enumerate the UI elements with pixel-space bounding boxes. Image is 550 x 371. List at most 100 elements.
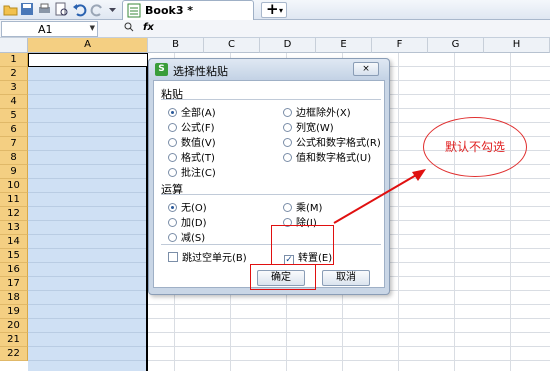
row-header[interactable]: 2	[0, 67, 28, 81]
undo-icon[interactable]	[72, 2, 87, 17]
dialog-body: 粘贴 全部(A) 公式(F) 数值(V) 格式(T) 批注(C) 边框除外(X)…	[153, 80, 385, 288]
option-label: 值和数字格式(U)	[296, 153, 372, 164]
chevron-down-icon[interactable]: ▼	[90, 24, 95, 32]
radio-paste-all[interactable]: 全部(A)	[168, 104, 216, 119]
option-label: 公式(F)	[181, 123, 215, 134]
radio-paste-formulas[interactable]: 公式(F)	[168, 119, 215, 134]
radio-paste-values[interactable]: 数值(V)	[168, 134, 216, 149]
radio-icon	[283, 108, 292, 117]
paste-special-dialog: S 选择性粘贴 × 粘贴 全部(A) 公式(F) 数值(V) 格式(T) 批注(…	[148, 58, 390, 295]
row-header[interactable]: 17	[0, 277, 28, 291]
column-header-g[interactable]: G	[428, 38, 484, 53]
option-label: 无(O)	[181, 203, 207, 214]
chevron-down-icon: ▾	[279, 6, 284, 15]
radio-icon	[168, 153, 177, 162]
column-header-c[interactable]: C	[204, 38, 260, 53]
dialog-title: 选择性粘贴	[173, 65, 228, 78]
radio-operation-none[interactable]: 无(O)	[168, 199, 207, 214]
radio-operation-add[interactable]: 加(D)	[168, 214, 207, 229]
row-header[interactable]: 13	[0, 221, 28, 235]
tab-book3[interactable]: Book3 *	[122, 0, 254, 20]
new-tab-button[interactable]: + ▾	[261, 0, 287, 18]
name-box[interactable]: A1 ▼	[1, 21, 98, 37]
app-logo-icon: S	[155, 63, 168, 76]
radio-icon	[283, 123, 292, 132]
option-label: 批注(C)	[181, 168, 216, 179]
row-header[interactable]: 9	[0, 165, 28, 179]
option-label: 乘(M)	[296, 203, 323, 214]
row-header[interactable]: 21	[0, 333, 28, 347]
radio-column-widths[interactable]: 列宽(W)	[283, 119, 334, 134]
row-header[interactable]: 6	[0, 123, 28, 137]
radio-operation-subtract[interactable]: 减(S)	[168, 229, 205, 244]
radio-selected-icon	[168, 108, 177, 117]
section-divider	[161, 194, 381, 195]
row-header[interactable]: 7	[0, 137, 28, 151]
plus-icon: +	[266, 0, 279, 18]
radio-icon	[168, 233, 177, 242]
row-header[interactable]: 8	[0, 151, 28, 165]
radio-icon	[168, 218, 177, 227]
column-header-d[interactable]: D	[260, 38, 316, 53]
cancel-button[interactable]: 取消	[322, 270, 370, 286]
row-header[interactable]: 16	[0, 263, 28, 277]
toolbar-dropdown-icon[interactable]	[108, 2, 123, 17]
radio-paste-comments[interactable]: 批注(C)	[168, 164, 216, 179]
close-button[interactable]: ×	[353, 62, 379, 76]
row-header[interactable]: 1	[0, 53, 28, 67]
option-label: 减(S)	[181, 233, 206, 244]
section-divider	[161, 99, 381, 100]
function-icon[interactable]: fx	[143, 22, 154, 33]
zoom-icon[interactable]	[124, 22, 134, 35]
tab-title: Book3 *	[145, 4, 194, 17]
open-folder-icon[interactable]	[3, 2, 18, 17]
row-header[interactable]: 12	[0, 207, 28, 221]
row-header[interactable]: 14	[0, 235, 28, 249]
column-header-a[interactable]: A	[28, 38, 148, 53]
row-header[interactable]: 15	[0, 249, 28, 263]
ok-button-highlight-box	[250, 264, 316, 290]
checkbox-icon	[168, 252, 178, 262]
option-label: 边框除外(X)	[296, 108, 351, 119]
option-label: 列宽(W)	[296, 123, 334, 134]
print-preview-icon[interactable]	[54, 2, 69, 17]
option-label: 加(D)	[181, 218, 207, 229]
option-label: 全部(A)	[181, 108, 216, 119]
active-cell-a1[interactable]	[28, 53, 148, 67]
radio-values-and-number-formats[interactable]: 值和数字格式(U)	[283, 149, 371, 164]
radio-all-except-borders[interactable]: 边框除外(X)	[283, 104, 351, 119]
row-header[interactable]: 5	[0, 109, 28, 123]
row-header[interactable]: 18	[0, 291, 28, 305]
save-icon[interactable]	[20, 2, 35, 17]
column-header-e[interactable]: E	[316, 38, 372, 53]
skip-blanks-checkbox[interactable]: 跳过空单元(B)	[168, 249, 247, 264]
cell-reference: A1	[38, 23, 53, 36]
radio-icon	[168, 168, 177, 177]
row-header[interactable]: 11	[0, 193, 28, 207]
dialog-titlebar[interactable]: S 选择性粘贴 ×	[149, 59, 389, 80]
row-header[interactable]: 3	[0, 81, 28, 95]
print-icon[interactable]	[37, 2, 52, 17]
row-header[interactable]: 10	[0, 179, 28, 193]
radio-icon	[168, 138, 177, 147]
column-header-f[interactable]: F	[372, 38, 428, 53]
row-header[interactable]: 19	[0, 305, 28, 319]
transpose-highlight-box	[271, 225, 334, 265]
radio-formulas-and-number-formats[interactable]: 公式和数字格式(R)	[283, 134, 381, 149]
radio-icon	[283, 203, 292, 212]
row-header[interactable]: 22	[0, 347, 28, 361]
radio-operation-multiply[interactable]: 乘(M)	[283, 199, 322, 214]
row-header[interactable]: 20	[0, 319, 28, 333]
radio-paste-formats[interactable]: 格式(T)	[168, 149, 215, 164]
column-header-b[interactable]: B	[148, 38, 204, 53]
radio-icon	[283, 138, 292, 147]
row-header[interactable]: 4	[0, 95, 28, 109]
redo-icon[interactable]	[90, 2, 105, 17]
column-header-h[interactable]: H	[484, 38, 550, 53]
option-label: 格式(T)	[181, 153, 215, 164]
select-all-corner[interactable]	[0, 38, 28, 53]
radio-icon	[283, 153, 292, 162]
quick-access-toolbar: Book3 * + ▾	[0, 0, 550, 20]
formula-bar: A1 ▼ fx	[0, 20, 550, 38]
radio-selected-icon	[168, 203, 177, 212]
